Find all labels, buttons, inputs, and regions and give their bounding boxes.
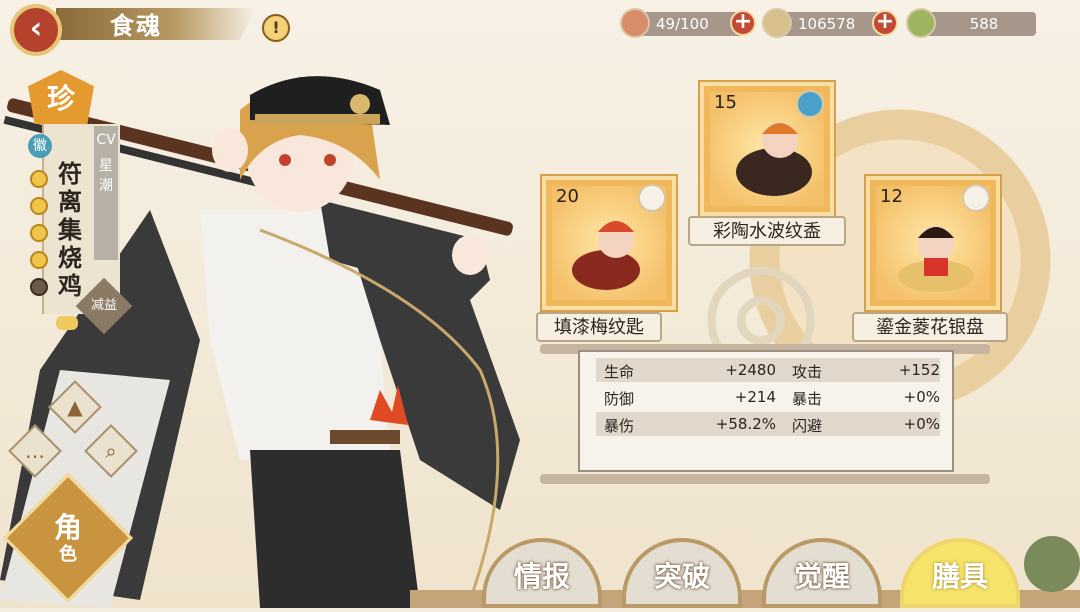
debuff-label: 减益: [90, 298, 117, 313]
star-icon-empty: [30, 278, 48, 296]
equip-card-spoon[interactable]: 20: [542, 176, 676, 310]
scroll-indicator: [56, 316, 78, 330]
stat-row: 生命 +2480 攻击 +152: [596, 358, 940, 382]
cv-tag: CV: [96, 132, 116, 148]
stat-row: 暴伤 +58.2% 闪避 +0%: [596, 412, 940, 436]
plate-illustration: [898, 226, 974, 292]
chat-bubble-icon: …: [25, 439, 45, 463]
rice-bowl-icon: [620, 8, 650, 38]
coin-value: 106578: [798, 15, 856, 33]
add-coin-button[interactable]: +: [872, 10, 898, 36]
stat-row: 防御 +214 暴击 +0%: [604, 388, 940, 408]
spoon-icon: [638, 184, 666, 212]
coin-icon: [762, 8, 792, 38]
back-arrow-icon: ‹: [29, 11, 43, 46]
character-name: 符离集烧鸡: [58, 159, 82, 300]
plate-icon: [962, 184, 990, 212]
jade-counter: 588: [906, 8, 1036, 38]
star-icon: [30, 170, 48, 188]
decorative-fan-icon: [1024, 536, 1080, 592]
teapot-illustration: [736, 122, 812, 196]
scroll-bottom-rod: [540, 474, 990, 484]
jade-icon: [906, 8, 936, 38]
star-icon: [30, 251, 48, 269]
equip-level: 20: [556, 186, 579, 207]
emblem-badge: 徽: [28, 134, 52, 158]
coin-counter: 106578 +: [762, 8, 898, 38]
stamina-counter: 49/100 +: [620, 8, 756, 38]
equip-name-spoon: 填漆梅纹匙: [536, 312, 662, 342]
back-button[interactable]: ‹: [10, 4, 62, 56]
star-icon: [30, 197, 48, 215]
magnifier-icon: ⌕: [105, 439, 117, 463]
wardrobe-icon: ▲: [67, 395, 83, 419]
equip-level: 15: [714, 92, 737, 113]
spoon-illustration: [572, 221, 640, 290]
equip-name-plate: 鎏金菱花银盘: [852, 312, 1008, 342]
equip-name-teapot: 彩陶水波纹盉: [688, 216, 846, 246]
equip-card-plate[interactable]: 12: [866, 176, 1000, 310]
equip-card-teapot[interactable]: 15: [700, 82, 834, 216]
exclamation-icon[interactable]: !: [262, 14, 290, 42]
role-button-label: 角 色: [53, 511, 82, 566]
page-title: 食魂: [110, 11, 162, 40]
teapot-icon: [796, 90, 824, 118]
cv-name: 星潮: [99, 158, 113, 194]
voice-actor-label: CV 星潮: [94, 126, 118, 260]
stats-panel: 生命 +2480 攻击 +152 防御 +214 暴击 +0% 暴伤 +58.2…: [578, 350, 954, 472]
add-stamina-button[interactable]: +: [730, 10, 756, 36]
top-bar: ‹ 食魂 ! 49/100 + 106578 + 588: [0, 0, 1080, 56]
equip-level: 12: [880, 186, 903, 207]
jade-value: 588: [969, 15, 999, 33]
star-icon: [30, 224, 48, 242]
stamina-value: 49/100: [656, 15, 709, 33]
